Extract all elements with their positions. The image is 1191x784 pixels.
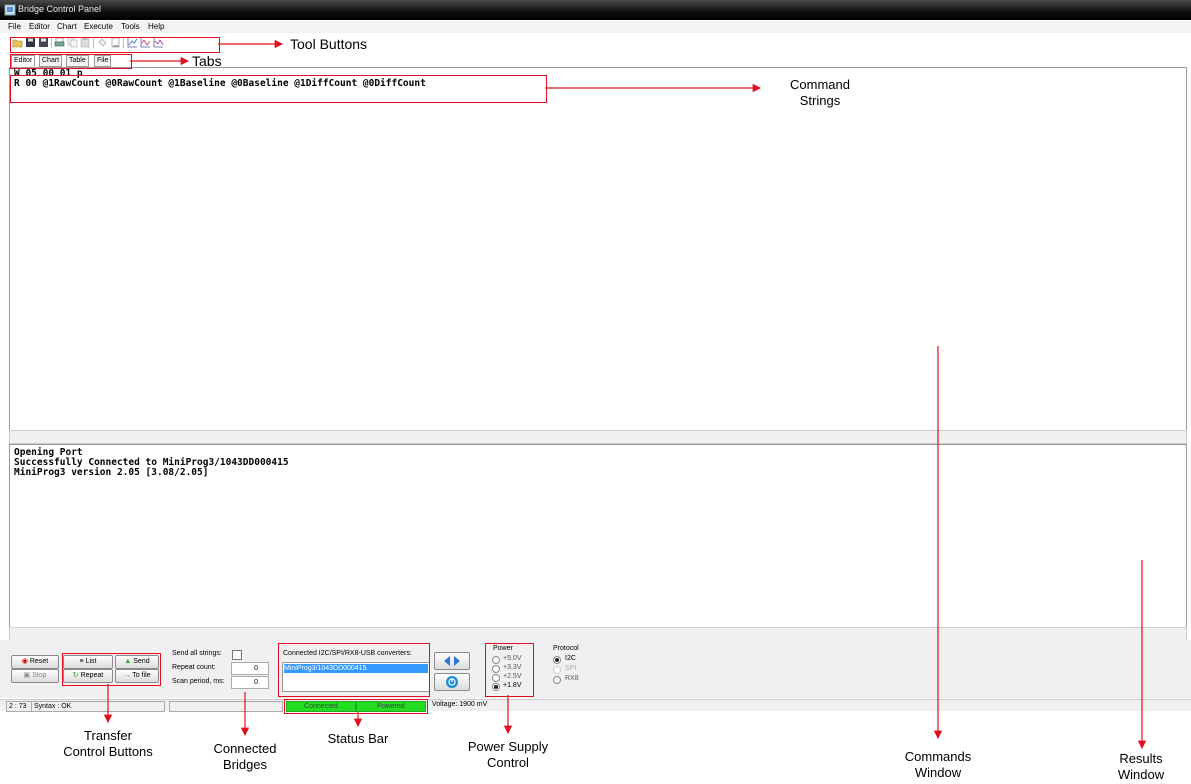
power-callout: Power Supply Control	[467, 739, 549, 770]
tool-buttons-callout: Tool Buttons	[290, 36, 368, 52]
status-bar-callout: Status Bar	[327, 731, 389, 746]
commands-window-callout: Commands Window	[904, 749, 972, 780]
annotation-arrows	[103, 39, 1147, 750]
command-strings-callout: Command Strings	[790, 77, 850, 108]
transfer-callout: Transfer Control Buttons	[63, 728, 153, 759]
results-window-callout: Results Window	[1117, 751, 1165, 782]
tabs-callout: Tabs	[192, 53, 222, 69]
bridges-callout: Connected Bridges	[213, 741, 277, 772]
